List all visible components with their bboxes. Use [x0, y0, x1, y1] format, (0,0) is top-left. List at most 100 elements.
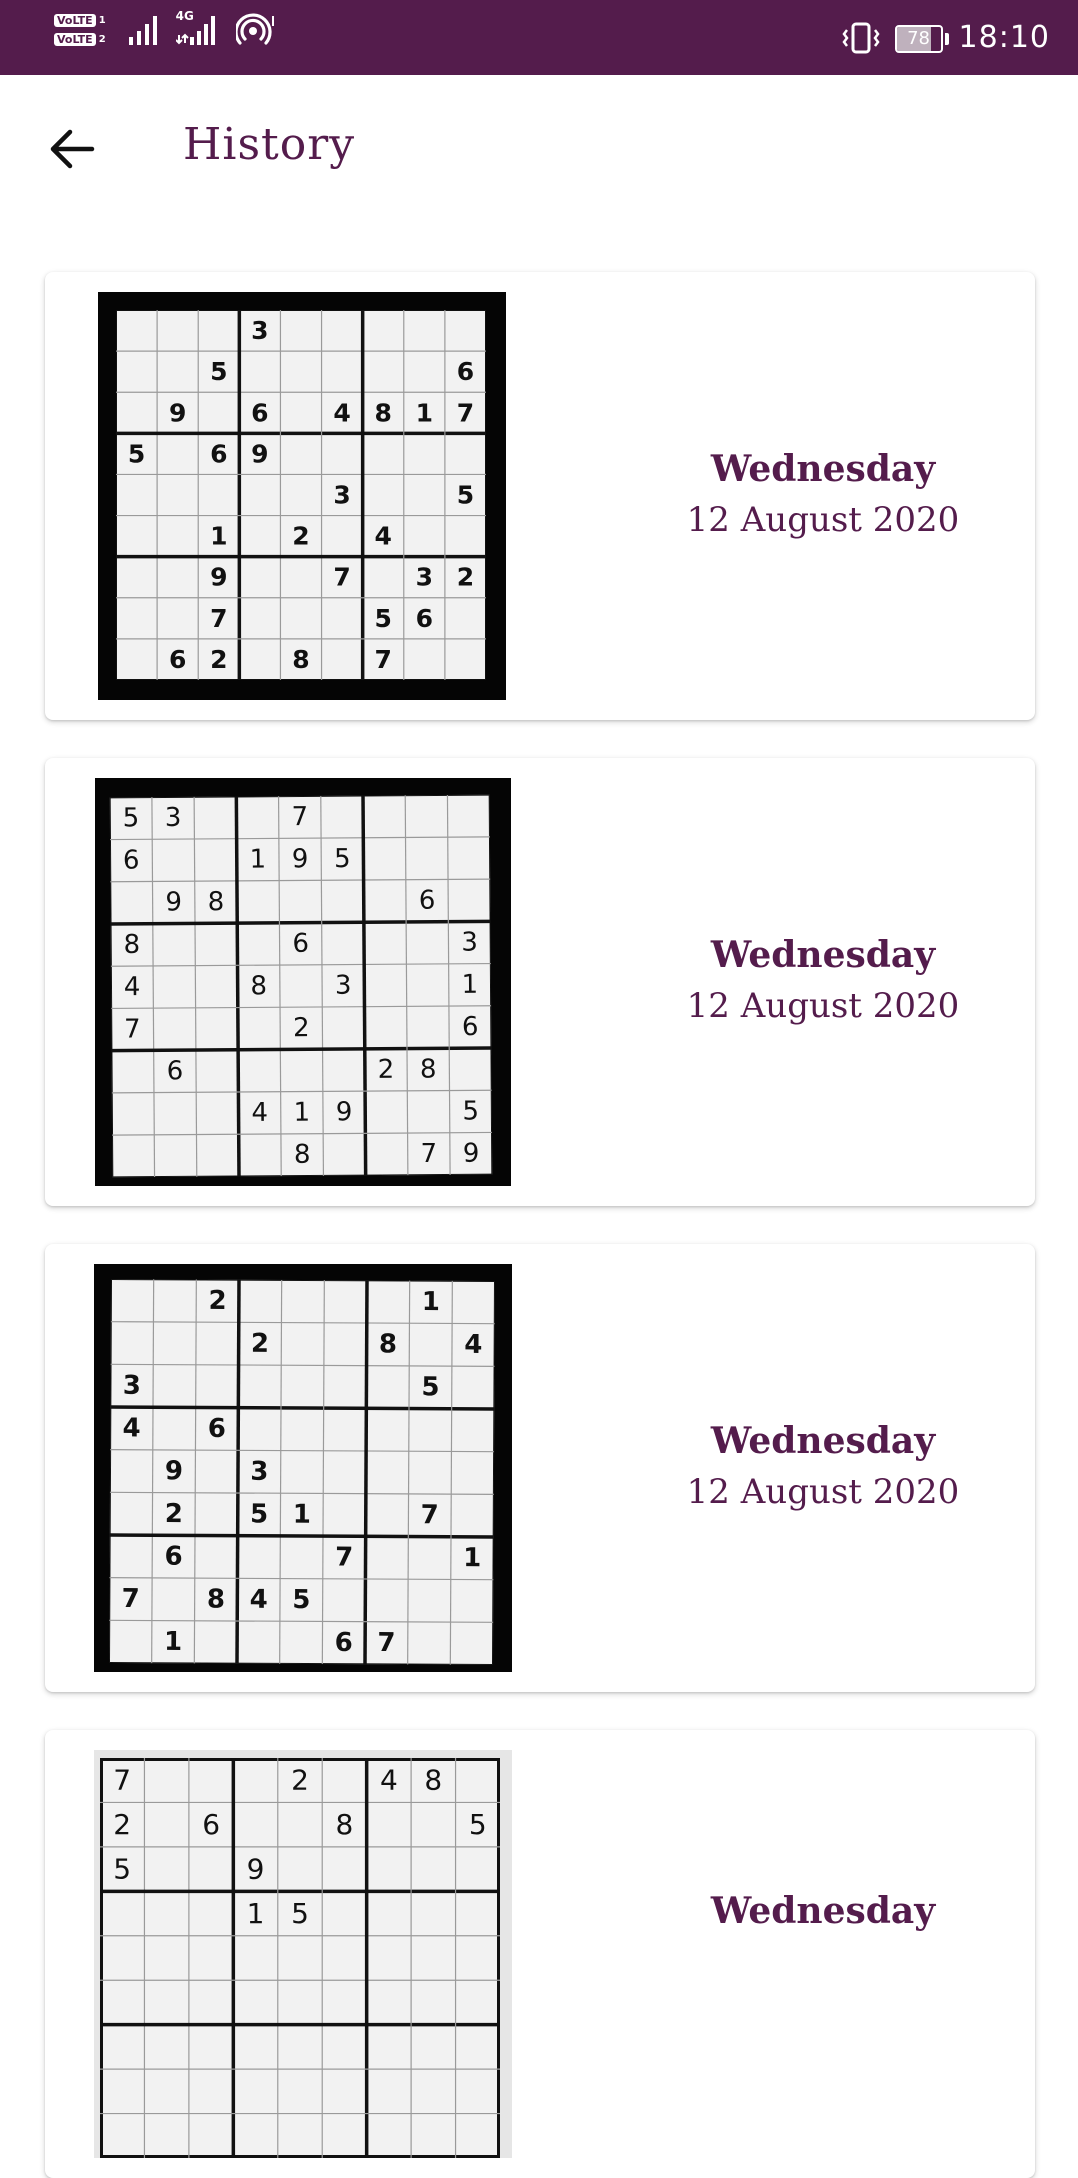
- sudoku-cell-value: 7: [335, 1543, 353, 1573]
- sudoku-cell-value: 7: [210, 604, 227, 633]
- sudoku-cell-value: 2: [251, 1329, 269, 1359]
- history-date: Wednesday 12 August 2020: [605, 448, 1041, 540]
- sudoku-cell-value: 2: [208, 1286, 226, 1316]
- history-date: Wednesday: [605, 1890, 1041, 1942]
- sudoku-cell-value: 7: [420, 1139, 437, 1169]
- sudoku-cell-value: 5: [123, 803, 140, 833]
- sudoku-cell-value: 4: [375, 522, 392, 551]
- sudoku-thumbnail: 3569648175693512497327566287: [98, 292, 506, 700]
- history-weekday: Wednesday: [710, 934, 936, 976]
- sudoku-cell-value: 2: [378, 1055, 395, 1085]
- sudoku-cell-value: 7: [421, 1500, 439, 1530]
- sudoku-cell-value: 9: [336, 1097, 353, 1127]
- sudoku-cell-value: 3: [250, 1457, 268, 1487]
- sudoku-cell-value: 1: [250, 845, 267, 875]
- sudoku-thumbnail: 537619598686348317266284195879: [95, 778, 511, 1186]
- sudoku-cell-value: 8: [123, 930, 140, 960]
- history-date: Wednesday 12 August 2020: [605, 1420, 1041, 1512]
- sudoku-cell-value: 5: [457, 481, 474, 510]
- sudoku-cell-value: 5: [291, 1897, 309, 1930]
- sudoku-cell-value: 6: [208, 1414, 226, 1444]
- sudoku-cell-value: 6: [457, 357, 474, 386]
- sudoku-cell-value: 2: [293, 1013, 310, 1043]
- sudoku-cell-value: 9: [463, 1139, 480, 1169]
- sudoku-cell-value: 1: [416, 398, 433, 427]
- sudoku-cell-value: 6: [210, 439, 227, 468]
- sudoku-cell-value: 8: [208, 887, 225, 917]
- history-card[interactable]: 2 1 2 8 4 3 5 4 6 9 3 2 5 1 7 6 7 1 7 8 4 5 1 6 7 Wednesday 12 Aug…: [45, 1244, 1035, 1692]
- sudoku-cell-value: 1: [293, 1500, 311, 1530]
- sudoku-cell-value: 1: [210, 522, 227, 551]
- sudoku-cell-value: 2: [210, 645, 227, 674]
- sudoku-cell-value: 6: [416, 604, 433, 633]
- sudoku-cell-value: 4: [380, 1764, 398, 1797]
- sudoku-cell-value: 7: [291, 802, 308, 832]
- sudoku-cell-value: 4: [250, 1585, 268, 1615]
- sudoku-cell-value: 1: [463, 1543, 481, 1573]
- sudoku-cell-value: 8: [292, 645, 309, 674]
- sudoku-cell-value: 5: [334, 844, 351, 874]
- sudoku-cell-value: 8: [207, 1585, 225, 1615]
- history-weekday: Wednesday: [710, 448, 936, 490]
- sudoku-cell-value: 4: [122, 1413, 140, 1443]
- sudoku-cell-value: 2: [457, 563, 474, 592]
- sudoku-cell-value: 6: [419, 886, 436, 916]
- sudoku-cell-value: 9: [165, 887, 182, 917]
- sudoku-cell-value: 1: [247, 1897, 265, 1930]
- sudoku-cell-value: 3: [165, 803, 182, 833]
- sudoku-cell-value: 7: [124, 1014, 141, 1044]
- sudoku-cell-value: 7: [375, 645, 392, 674]
- sudoku-cell-value: 3: [461, 928, 478, 958]
- sudoku-cell-value: 3: [416, 563, 433, 592]
- sudoku-thumbnail: 2128435469325176717845167: [94, 1264, 512, 1672]
- sudoku-cell-value: 3: [335, 971, 352, 1001]
- sudoku-cell-value: 6: [202, 1808, 220, 1841]
- sudoku-cell-value: 5: [462, 1096, 479, 1126]
- sudoku-cell-value: 6: [167, 1056, 184, 1086]
- sudoku-cell-value: 9: [292, 844, 309, 874]
- sudoku-cell-value: 1: [164, 1627, 182, 1657]
- sudoku-cell-value: 7: [377, 1628, 395, 1658]
- sudoku-cell-value: 5: [469, 1808, 487, 1841]
- sudoku-cell-value: 6: [251, 398, 268, 427]
- sudoku-cell-value: 7: [457, 398, 474, 427]
- sudoku-cell-value: 1: [294, 1098, 311, 1128]
- sudoku-cell-value: 7: [113, 1764, 131, 1797]
- sudoku-grid: 35 69 6 4 8 1 75 6 93 51 2 49 7 3 27 5 66 2 8 7: [116, 310, 486, 680]
- history-card[interactable]: 7 2 4 8 2 6 8 5 5 9 1 5 Wednesday: [45, 1730, 1035, 2178]
- history-date-text: 12 August 2020: [686, 500, 960, 540]
- history-card[interactable]: 5 3 7 6 1 9 5 9 8 6 8 6 3 4 8 3 1 7 2 6 6 2 8 4 1 9 5 8 7 9 Wednesday 1…: [45, 758, 1035, 1206]
- history-date: Wednesday 12 August 2020: [605, 934, 1041, 1026]
- history-card[interactable]: 3 5 6 9 6 4 8 1 7 5 6 9 3 5 1 2 4 9 7 3 2 7 5 6 6 2 8 7 Wednesday 12 …: [45, 272, 1035, 720]
- sudoku-cell-value: 4: [124, 972, 141, 1002]
- history-list[interactable]: 3 5 6 9 6 4 8 1 7 5 6 9 3 5 1 2 4 9 7 3 2 7 5 6 6 2 8 7 Wednesday 12 …: [0, 0, 1078, 2178]
- sudoku-cell-value: 9: [251, 439, 268, 468]
- sudoku-cell-value: 6: [462, 1012, 479, 1042]
- history-weekday: Wednesday: [710, 1890, 936, 1932]
- sudoku-cell-value: 6: [123, 845, 140, 875]
- sudoku-grid: 2 12 8 43 54 69 32 5 1 76 7 17 8 4 51 6 7: [108, 1278, 496, 1666]
- sudoku-cell-value: 8: [294, 1140, 311, 1170]
- sudoku-cell-value: 9: [169, 398, 186, 427]
- sudoku-cell-value: 6: [335, 1628, 353, 1658]
- sudoku-grid: 7 2 4 82 6 8 55 91 5: [100, 1758, 500, 2158]
- sudoku-cell-value: 6: [292, 929, 309, 959]
- sudoku-cell-value: 5: [375, 604, 392, 633]
- sudoku-cell-value: 5: [421, 1372, 439, 1402]
- sudoku-cell-value: 4: [464, 1330, 482, 1360]
- sudoku-cell-value: 8: [420, 1055, 437, 1085]
- sudoku-cell-value: 5: [210, 357, 227, 386]
- history-date-text: 12 August 2020: [686, 986, 960, 1026]
- sudoku-cell-value: 5: [250, 1499, 268, 1529]
- sudoku-cell-value: 6: [169, 645, 186, 674]
- sudoku-cell-value: 8: [375, 398, 392, 427]
- sudoku-cell-value: 2: [113, 1808, 131, 1841]
- sudoku-cell-value: 5: [113, 1853, 131, 1886]
- sudoku-cell-value: 9: [247, 1853, 265, 1886]
- sudoku-cell-value: 8: [379, 1329, 397, 1359]
- sudoku-cell-value: 3: [251, 316, 268, 345]
- sudoku-cell-value: 8: [336, 1808, 354, 1841]
- sudoku-cell-value: 2: [165, 1499, 183, 1529]
- sudoku-cell-value: 8: [424, 1764, 442, 1797]
- history-weekday: Wednesday: [710, 1420, 936, 1462]
